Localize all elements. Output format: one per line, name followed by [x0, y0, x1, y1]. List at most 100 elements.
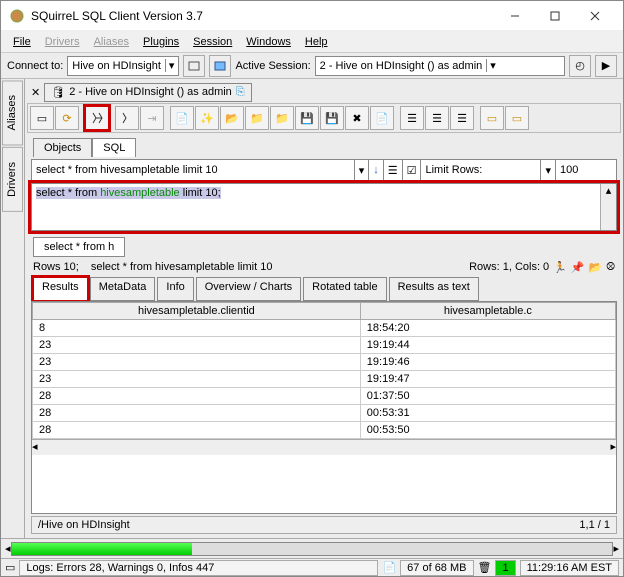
menu-plugins[interactable]: Plugins: [137, 34, 185, 50]
menu-session[interactable]: Session: [187, 34, 238, 50]
tool-btn-4[interactable]: ⇥: [140, 106, 164, 130]
run-sql-button[interactable]: [85, 106, 109, 130]
maximize-button[interactable]: [535, 2, 575, 30]
table-cell[interactable]: 28: [33, 388, 361, 405]
tool-open[interactable]: 📂: [220, 106, 244, 130]
log-action-icon[interactable]: 📄: [382, 561, 396, 574]
app-icon: [9, 8, 25, 24]
limit-value-input[interactable]: [556, 160, 616, 180]
tool-y1[interactable]: ▭: [480, 106, 504, 130]
session-tab[interactable]: 🛢 2 - Hive on HDInsight () as admin ⎘: [44, 83, 251, 102]
menu-help[interactable]: Help: [299, 34, 334, 50]
gc-icon[interactable]: 🗑: [478, 561, 492, 574]
path-text: /Hive on HDInsight: [38, 519, 130, 531]
rows-count: Rows 10;: [33, 261, 79, 273]
detach-icon[interactable]: 📂: [589, 261, 603, 274]
limit-checkbox[interactable]: ☑: [403, 160, 422, 180]
logs-cell[interactable]: Logs: Errors 28, Warnings 0, Infos 447: [19, 560, 378, 576]
sort-button[interactable]: ↓: [369, 160, 384, 180]
limit-dropdown[interactable]: ▾: [541, 160, 556, 180]
column-header[interactable]: hivesampletable.clientid: [33, 303, 361, 320]
tool-refresh[interactable]: ⟳: [55, 106, 79, 130]
close-button[interactable]: [575, 2, 615, 30]
table-cell[interactable]: 28: [33, 405, 361, 422]
grid-h-scrollbar[interactable]: ◂▸: [32, 439, 616, 455]
tool-doc[interactable]: 📄: [370, 106, 394, 130]
tool-db3[interactable]: ☰: [450, 106, 474, 130]
scroll-right-icon[interactable]: ▸: [613, 542, 619, 555]
table-cell[interactable]: 23: [33, 371, 361, 388]
tool-wizard[interactable]: ✨: [195, 106, 219, 130]
sidetab-aliases[interactable]: Aliases: [2, 80, 23, 145]
close-session-icon[interactable]: ✕: [31, 86, 40, 99]
results-grid[interactable]: hivesampletable.clientidhivesampletable.…: [31, 301, 617, 514]
subtab-info[interactable]: Info: [157, 277, 193, 301]
table-cell[interactable]: 00:53:50: [360, 422, 615, 439]
subtab-overview[interactable]: Overview / Charts: [196, 277, 301, 301]
tool-new[interactable]: 📄: [170, 106, 194, 130]
connect-button-1[interactable]: [183, 55, 205, 77]
table-row[interactable]: 2800:53:31: [33, 405, 616, 422]
table-cell[interactable]: 00:53:31: [360, 405, 615, 422]
table-cell[interactable]: 23: [33, 354, 361, 371]
close-result-icon[interactable]: ⮾: [606, 261, 615, 274]
memory-track[interactable]: [11, 542, 614, 556]
db-icon: 🛢: [51, 86, 65, 99]
tab-sql[interactable]: SQL: [92, 138, 136, 157]
subtab-results[interactable]: Results: [33, 277, 88, 301]
active-session-combo[interactable]: 2 - Hive on HDInsight () as admin ▾: [315, 56, 565, 76]
tool-folder[interactable]: 📁: [245, 106, 269, 130]
column-header[interactable]: hivesampletable.c: [360, 303, 615, 320]
table-row[interactable]: 2800:53:50: [33, 422, 616, 439]
tool-btn-1[interactable]: ▭: [30, 106, 54, 130]
pin-icon[interactable]: 📌: [571, 261, 585, 274]
table-row[interactable]: 2319:19:47: [33, 371, 616, 388]
menu-windows[interactable]: Windows: [240, 34, 297, 50]
filter-button[interactable]: ☰: [384, 160, 403, 180]
tool-folder2[interactable]: 📁: [270, 106, 294, 130]
menu-file[interactable]: File: [7, 34, 37, 50]
tool-db2[interactable]: ☰: [425, 106, 449, 130]
subtab-metadata[interactable]: MetaData: [90, 277, 156, 301]
connect-button-2[interactable]: [209, 55, 231, 77]
query-history-combo[interactable]: select * from hivesampletable limit 10: [32, 160, 355, 180]
table-row[interactable]: 2319:19:46: [33, 354, 616, 371]
table-cell[interactable]: 19:19:47: [360, 371, 615, 388]
menu-drivers[interactable]: Drivers: [39, 34, 86, 50]
editor-prefix: select * from: [36, 187, 100, 199]
subtab-astext[interactable]: Results as text: [389, 277, 479, 301]
table-cell[interactable]: 19:19:44: [360, 337, 615, 354]
connect-combo[interactable]: Hive on HDInsight ▾: [67, 56, 179, 76]
query-history-dropdown[interactable]: ▾: [355, 160, 370, 180]
result-tab[interactable]: select * from h: [33, 237, 125, 257]
tool-y2[interactable]: ▭: [505, 106, 529, 130]
tool-saveall[interactable]: 💾: [320, 106, 344, 130]
toolbar-extra-2[interactable]: ▶: [595, 55, 617, 77]
tab-objects[interactable]: Objects: [33, 138, 92, 157]
rerun-icon[interactable]: 🏃: [553, 261, 567, 274]
sql-editor[interactable]: select * from hivesampletable limit 10; …: [31, 183, 617, 231]
tool-save[interactable]: 💾: [295, 106, 319, 130]
table-cell[interactable]: 28: [33, 422, 361, 439]
table-cell[interactable]: 18:54:20: [360, 320, 615, 337]
table-cell[interactable]: 19:19:46: [360, 354, 615, 371]
table-row[interactable]: 2801:37:50: [33, 388, 616, 405]
tool-db1[interactable]: ☰: [400, 106, 424, 130]
minimize-button[interactable]: [495, 2, 535, 30]
sidetab-drivers[interactable]: Drivers: [2, 147, 23, 212]
menu-aliases[interactable]: Aliases: [88, 34, 135, 50]
subtab-rotated[interactable]: Rotated table: [303, 277, 386, 301]
result-header: Rows 10; select * from hivesampletable l…: [27, 257, 621, 277]
table-cell[interactable]: 23: [33, 337, 361, 354]
result-tab-bar: select * from h: [27, 233, 621, 257]
table-row[interactable]: 818:54:20: [33, 320, 616, 337]
query-history-bar: select * from hivesampletable limit 10 ▾…: [31, 159, 617, 181]
table-cell[interactable]: 01:37:50: [360, 388, 615, 405]
editor-scrollbar[interactable]: ▴: [600, 184, 616, 230]
path-bar: /Hive on HDInsight 1,1 / 1: [31, 516, 617, 534]
run-all-button[interactable]: [115, 106, 139, 130]
table-row[interactable]: 2319:19:44: [33, 337, 616, 354]
table-cell[interactable]: 8: [33, 320, 361, 337]
toolbar-extra-1[interactable]: ◴: [569, 55, 591, 77]
tool-delete[interactable]: ✖: [345, 106, 369, 130]
